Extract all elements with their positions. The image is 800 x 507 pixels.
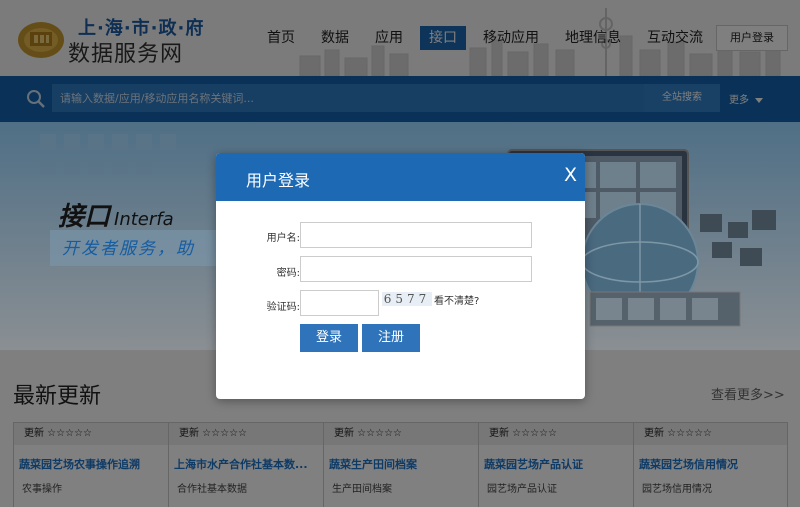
card-title[interactable]: 上海市水产合作社基本数...	[174, 456, 320, 472]
captcha-image[interactable]: 6577	[382, 292, 432, 306]
banner-title: 接口 Interfa	[58, 196, 174, 233]
update-cards: 更新 ☆☆☆☆☆ 蔬菜园艺场农事操作追溯 农事操作 更新 ☆☆☆☆☆ 上海市水产…	[13, 422, 788, 507]
card-title[interactable]: 蔬菜生产田间档案	[329, 456, 475, 472]
card-desc: 园艺场信用情况	[642, 484, 712, 495]
card-desc: 农事操作	[22, 484, 62, 495]
view-more-link[interactable]: 查看更多>>	[711, 384, 785, 403]
close-icon[interactable]: X	[564, 164, 577, 186]
modal-backdrop-top[interactable]	[0, 0, 800, 76]
refresh-captcha-link[interactable]: 看不清楚?	[434, 292, 479, 307]
update-card[interactable]: 更新 ☆☆☆☆☆ 蔬菜生产田间档案 生产田间档案	[323, 422, 478, 507]
modal-title: 用户登录	[246, 171, 311, 190]
banner-title-cn: 接口	[58, 202, 111, 232]
update-card[interactable]: 更新 ☆☆☆☆☆ 蔬菜园艺场农事操作追溯 农事操作	[13, 422, 168, 507]
update-card[interactable]: 更新 ☆☆☆☆☆ 上海市水产合作社基本数... 合作社基本数据	[168, 422, 323, 507]
captcha-input[interactable]	[300, 290, 379, 316]
card-rating: 更新 ☆☆☆☆☆	[324, 423, 478, 445]
latest-updates-title: 最新更新	[13, 384, 102, 409]
username-label: 用户名:	[266, 233, 300, 244]
modal-backdrop-search[interactable]	[0, 76, 800, 122]
login-button[interactable]: 登录	[300, 324, 358, 352]
card-rating: 更新 ☆☆☆☆☆	[634, 423, 787, 445]
update-card[interactable]: 更新 ☆☆☆☆☆ 蔬菜园艺场信用情况 园艺场信用情况	[633, 422, 788, 507]
card-desc: 生产田间档案	[332, 484, 392, 495]
update-card[interactable]: 更新 ☆☆☆☆☆ 蔬菜园艺场产品认证 园艺场产品认证	[478, 422, 633, 507]
card-desc: 合作社基本数据	[177, 484, 247, 495]
card-rating: 更新 ☆☆☆☆☆	[169, 423, 323, 445]
password-input[interactable]	[300, 256, 532, 282]
modal-header: 用户登录 X	[216, 153, 585, 201]
username-input[interactable]	[300, 222, 532, 248]
login-modal: 用户登录 X 用户名: 密码: 验证码: 6577 看不清楚? 登录 注册	[216, 153, 585, 399]
card-rating: 更新 ☆☆☆☆☆	[14, 423, 168, 445]
banner-title-en: Interfa	[114, 209, 174, 230]
register-button[interactable]: 注册	[362, 324, 420, 352]
card-rating: 更新 ☆☆☆☆☆	[479, 423, 633, 445]
card-title[interactable]: 蔬菜园艺场农事操作追溯	[19, 456, 165, 472]
banner-subtitle: 开发者服务，助	[62, 239, 195, 259]
captcha-label: 验证码:	[266, 302, 300, 313]
password-label: 密码:	[276, 268, 300, 279]
card-desc: 园艺场产品认证	[487, 484, 557, 495]
card-title[interactable]: 蔬菜园艺场产品认证	[484, 456, 630, 472]
card-title[interactable]: 蔬菜园艺场信用情况	[639, 456, 785, 472]
